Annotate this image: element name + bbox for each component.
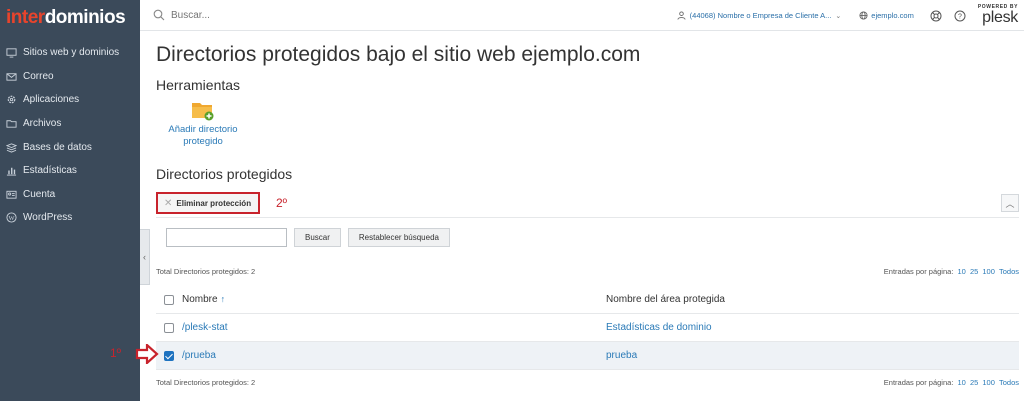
directory-link[interactable]: /prueba [182, 350, 216, 361]
annotation-arrow-icon [135, 344, 159, 364]
remove-protection-label: Eliminar protección [176, 198, 252, 208]
column-header-name[interactable]: Nombre ↑ [182, 294, 606, 305]
protected-dirs-table: Nombre ↑ Nombre del área protegida /plesk… [156, 286, 1019, 370]
brand-logo[interactable]: inter dominios [0, 0, 140, 36]
plesk-logo: POWERED BY plesk [978, 5, 1018, 26]
remove-protection-button[interactable]: ✕ Eliminar protección [156, 192, 261, 214]
per-page-10[interactable]: 10 [958, 378, 966, 387]
row-checkbox-checked[interactable] [164, 350, 174, 361]
database-icon [5, 141, 17, 153]
search-filter: Buscar Restablecer búsqueda [166, 228, 457, 247]
sidebar-item-label: Sitios web y dominios [23, 47, 120, 59]
sidebar-item-label: Correo [23, 70, 54, 82]
directory-link[interactable]: /plesk-stat [182, 322, 228, 333]
sidebar-item-applications[interactable]: Aplicaciones [0, 88, 140, 112]
per-page-10[interactable]: 10 [958, 267, 966, 276]
plesk-wordmark: plesk [982, 9, 1018, 26]
sort-ascending-icon: ↑ [220, 294, 226, 304]
entries-per-page: Entradas por página: 10 25 100 Todos [884, 267, 1019, 276]
per-page-100[interactable]: 100 [982, 267, 995, 276]
user-card-icon [5, 188, 17, 200]
search-button[interactable]: Buscar [294, 228, 341, 247]
sidebar-collapse-handle[interactable]: ‹ [140, 229, 150, 285]
annotation-step-2: 2º [276, 196, 288, 210]
entries-per-page-bottom: Entradas por página: 10 25 100 Todos [884, 378, 1019, 387]
sidebar-item-websites[interactable]: Sitios web y dominios [0, 41, 140, 65]
total-count: Total Directorios protegidos: 2 [156, 267, 256, 276]
annotation-step-1: 1º [110, 346, 122, 360]
site-switcher[interactable]: ejemplo.com [859, 11, 914, 20]
sidebar-item-account[interactable]: Cuenta [0, 183, 140, 207]
tools-heading: Herramientas [156, 77, 241, 93]
sidebar-item-label: Cuenta [23, 188, 56, 200]
sidebar-item-label: Bases de datos [23, 141, 92, 153]
table-row: /prueba prueba [156, 342, 1019, 370]
gear-icon [5, 94, 17, 106]
sidebar-item-mail[interactable]: Correo [0, 65, 140, 89]
mail-icon [5, 70, 17, 82]
tool-label-line2: protegido [183, 136, 223, 147]
area-link[interactable]: prueba [606, 350, 637, 361]
per-page-all[interactable]: Todos [999, 378, 1019, 387]
total-count-bottom: Total Directorios protegidos: 2 [156, 378, 256, 387]
per-page-label: Entradas por página: [883, 267, 954, 276]
search-icon [153, 9, 165, 21]
page-title: Directorios protegidos bajo el sitio web… [156, 43, 641, 66]
sidebar: inter dominios Sitios web y dominios Corr… [0, 0, 140, 401]
tool-label-line1: Añadir directorio [168, 124, 238, 135]
sidebar-nav: Sitios web y dominios Correo Aplicacione… [0, 36, 140, 230]
top-bar-right: (44068) Nombre o Empresa de Cliente A...… [677, 0, 1024, 31]
logo-part-inter: inter [6, 7, 45, 28]
select-all-checkbox[interactable] [164, 294, 174, 305]
filter-input[interactable] [166, 228, 287, 247]
area-link[interactable]: Estadísticas de dominio [606, 322, 712, 333]
list-toolbar: ✕ Eliminar protección 2º ︿ [156, 190, 1019, 218]
per-page-all[interactable]: Todos [999, 267, 1019, 276]
globe-icon [859, 11, 868, 20]
sidebar-item-wordpress[interactable]: W WordPress [0, 206, 140, 230]
reset-search-button[interactable]: Restablecer búsqueda [347, 228, 450, 247]
per-page-25[interactable]: 25 [970, 378, 978, 387]
sidebar-item-databases[interactable]: Bases de datos [0, 135, 140, 159]
svg-text:?: ? [958, 13, 962, 20]
folder-add-icon [191, 99, 215, 121]
logo-part-dominios: dominios [44, 7, 126, 28]
sidebar-item-label: WordPress [23, 212, 73, 224]
sidebar-item-label: Aplicaciones [23, 94, 80, 106]
column-header-area: Nombre del área protegida [606, 294, 725, 305]
account-name: (44068) Nombre o Empresa de Cliente A... [689, 11, 832, 20]
help-icon[interactable]: ? [954, 10, 966, 22]
global-search [153, 9, 353, 21]
sidebar-item-label: Estadísticas [23, 165, 77, 177]
chevron-down-icon: ⌄ [835, 12, 842, 20]
support-icon[interactable] [930, 10, 942, 22]
wordpress-icon: W [5, 212, 17, 224]
table-row: /plesk-stat Estadísticas de dominio [156, 314, 1019, 342]
add-protected-directory-tool[interactable]: Añadir directorio protegido [164, 99, 242, 148]
protected-dirs-heading: Directorios protegidos [156, 166, 293, 182]
search-input[interactable] [171, 9, 341, 21]
column-name-label: Nombre [182, 294, 218, 305]
top-bar: (44068) Nombre o Empresa de Cliente A...… [140, 0, 1024, 31]
chart-icon [5, 165, 17, 177]
svg-text:W: W [8, 215, 15, 222]
chevron-up-icon: ︿ [1005, 198, 1015, 209]
folder-icon [5, 118, 17, 130]
sidebar-item-statistics[interactable]: Estadísticas [0, 159, 140, 183]
per-page-25[interactable]: 25 [970, 267, 978, 276]
main-content: Directorios protegidos bajo el sitio web… [150, 31, 1024, 401]
chevron-left-icon: ‹ [143, 252, 146, 262]
sidebar-item-label: Archivos [23, 118, 62, 130]
per-page-label: Entradas por página: [883, 378, 954, 387]
sidebar-item-files[interactable]: Archivos [0, 112, 140, 136]
row-checkbox[interactable] [164, 322, 174, 333]
account-switcher[interactable]: (44068) Nombre o Empresa de Cliente A...… [677, 11, 842, 20]
remove-icon: ✕ [164, 197, 173, 209]
table-header: Nombre ↑ Nombre del área protegida [156, 286, 1019, 314]
collapse-toggle-button[interactable]: ︿ [1001, 194, 1019, 212]
user-icon [677, 11, 686, 20]
per-page-100[interactable]: 100 [982, 378, 995, 387]
site-name: ejemplo.com [871, 11, 914, 20]
monitor-icon [5, 47, 17, 59]
